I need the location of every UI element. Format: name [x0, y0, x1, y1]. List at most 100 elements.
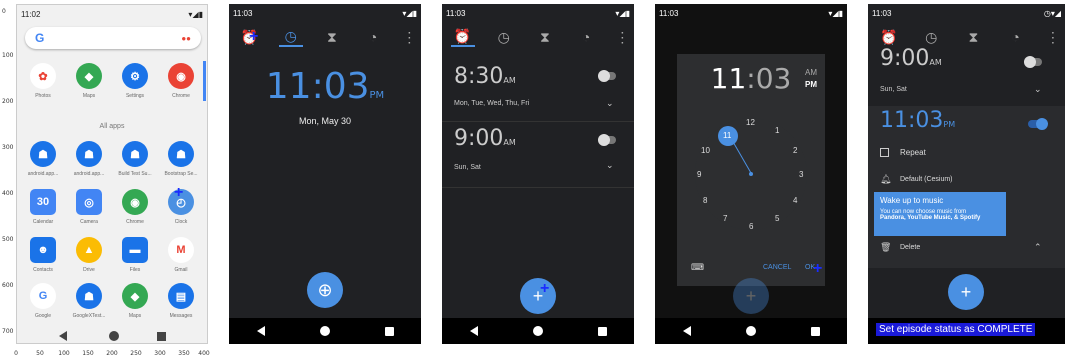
nav-recents-button[interactable] — [157, 332, 166, 341]
app-drive[interactable]: ▲ Drive — [69, 237, 109, 273]
alarm-item[interactable]: 8:30AM Mon, Tue, Wed, Thu, Fri ⌄ — [442, 60, 634, 122]
delete-button[interactable]: Delete — [900, 244, 920, 251]
app-android-1[interactable]: ☗ android.app... — [23, 141, 63, 177]
repeat-label[interactable]: Repeat — [900, 148, 926, 157]
timer-tab-icon[interactable]: ⧗ — [533, 29, 557, 46]
alarm-days: Sun, Sat — [880, 86, 907, 93]
dial-number[interactable]: 6 — [749, 222, 753, 231]
clock-tab-icon[interactable]: ◷ — [919, 29, 943, 46]
chevron-down-icon[interactable]: ⌄ — [606, 98, 614, 109]
app-files[interactable]: ▬ Files — [115, 237, 155, 273]
tooltip-wake-up[interactable]: Wake up to music You can now choose musi… — [874, 192, 1006, 236]
alarm-tab-icon[interactable]: ⏰ — [877, 29, 901, 46]
alarm-toggle[interactable] — [598, 70, 616, 82]
app-google[interactable]: G Google — [23, 283, 63, 319]
clock-tab-icon[interactable]: ◷ — [278, 28, 303, 47]
scrollbar[interactable] — [203, 61, 206, 101]
nav-home-button[interactable] — [745, 326, 756, 336]
add-alarm-button[interactable]: + — [948, 274, 984, 310]
alarm-toggle[interactable] — [1024, 56, 1042, 68]
alarm-time[interactable]: 8:30AM — [454, 64, 516, 89]
am-toggle[interactable]: AM — [805, 68, 817, 77]
tap-marker: + — [249, 28, 259, 45]
clock-dial[interactable]: 12 1 2 3 4 5 6 7 8 9 10 11 — [695, 118, 807, 231]
nav-home-button[interactable] — [109, 331, 119, 341]
app-googlextest[interactable]: ☗ GoogleXTest... — [69, 283, 109, 319]
nav-back-button[interactable] — [469, 326, 478, 336]
nav-home-button[interactable] — [319, 326, 330, 336]
stopwatch-tab-icon[interactable]: ◔ — [574, 29, 598, 45]
more-menu-icon[interactable]: ⋮ — [402, 29, 416, 46]
app-chrome-2[interactable]: ◉ Chrome — [115, 189, 155, 225]
app-messages[interactable]: ▤ Messages — [161, 283, 201, 319]
stopwatch-tab-icon[interactable]: ◔ — [361, 29, 385, 45]
ringtone-label[interactable]: Default (Cesium) — [900, 176, 953, 183]
nav-recents-button[interactable] — [597, 326, 607, 336]
alarm-time[interactable]: 11:03PM — [880, 108, 955, 133]
dial-number[interactable]: 3 — [799, 170, 803, 179]
assistant-icon[interactable]: ●● — [181, 34, 191, 43]
dial-number[interactable]: 10 — [701, 146, 710, 155]
panel-clock: 11:03 ▾◢▮ ⏰ ◷ ⧗ ◔ ⋮ 11:03PM Mon, May 30 ⊕… — [213, 0, 426, 358]
app-chrome[interactable]: ◉ Chrome — [161, 63, 201, 99]
app-android-2[interactable]: ☗ android.app... — [69, 141, 109, 177]
dial-number[interactable]: 11 — [723, 131, 731, 140]
clock-tab-icon[interactable]: ◷ — [492, 29, 516, 46]
world-clock-button[interactable]: ⊕ — [307, 272, 343, 308]
alarm-toggle[interactable] — [598, 134, 616, 146]
keyboard-icon[interactable]: ⌨ — [691, 262, 704, 273]
messages-icon: ▤ — [168, 283, 194, 309]
dial-number[interactable]: 12 — [746, 118, 755, 127]
trash-icon[interactable]: 🗑︎ — [880, 242, 891, 253]
android-icon: ☗ — [122, 141, 148, 167]
more-menu-icon[interactable]: ⋮ — [615, 29, 629, 46]
alarm-time[interactable]: 9:00AM — [454, 126, 516, 151]
app-calendar[interactable]: 30 Calendar — [23, 189, 63, 225]
dial-number[interactable]: 5 — [775, 214, 779, 223]
chevron-down-icon[interactable]: ⌄ — [606, 160, 614, 171]
nav-back-button[interactable] — [682, 326, 691, 336]
nav-recents-button[interactable] — [384, 326, 394, 336]
more-menu-icon[interactable]: ⋮ — [1046, 29, 1060, 46]
alarm-tab-icon[interactable]: ⏰ — [450, 28, 475, 47]
minute-display[interactable]: 03 — [756, 62, 792, 95]
timer-tab-icon[interactable]: ⧗ — [961, 29, 985, 46]
dial-number[interactable]: 7 — [723, 214, 727, 223]
nav-home-button[interactable] — [532, 326, 543, 336]
repeat-checkbox[interactable] — [880, 148, 889, 157]
app-bootstrap[interactable]: ☗ Bootstrap Se... — [161, 141, 201, 177]
calendar-icon: 30 — [30, 189, 56, 215]
pm-toggle[interactable]: PM — [805, 80, 817, 89]
nav-back-button[interactable] — [59, 331, 67, 341]
search-bar[interactable]: G ●● — [25, 27, 201, 49]
nav-recents-button[interactable] — [810, 326, 820, 336]
timer-tab-icon[interactable]: ⧗ — [320, 29, 344, 46]
status-bar: 11:03 ◷▾◢ — [872, 8, 1061, 18]
app-maps[interactable]: ◆ Maps — [69, 63, 109, 99]
dial-number[interactable]: 9 — [697, 170, 701, 179]
alarm-time[interactable]: 9:00AM — [880, 46, 942, 71]
cancel-button[interactable]: CANCEL — [763, 264, 791, 271]
app-contacts[interactable]: ☻ Contacts — [23, 237, 63, 273]
app-settings[interactable]: ⚙ Settings — [115, 63, 155, 99]
nav-back-button[interactable] — [256, 326, 265, 336]
y-tick: 200 — [2, 98, 14, 105]
chevron-down-icon[interactable]: ⌄ — [1034, 84, 1042, 95]
alarm-item[interactable]: 9:00AM Sun, Sat ⌄ — [442, 126, 634, 188]
add-alarm-button[interactable]: + — [520, 278, 556, 314]
chevron-up-icon[interactable]: ⌃ — [1034, 242, 1042, 253]
app-maps-2[interactable]: ◆ Maps — [115, 283, 155, 319]
app-build-test[interactable]: ☗ Build Test Su... — [115, 141, 155, 177]
hour-display[interactable]: 11 — [711, 62, 747, 95]
x-axis: 0 50 100 150 200 250 300 350 400 — [14, 350, 210, 357]
dial-number[interactable]: 1 — [775, 126, 779, 135]
status-bar: 11:03 ▾◢▮ — [229, 4, 421, 22]
dial-number[interactable]: 2 — [793, 146, 797, 155]
app-photos[interactable]: ✿ Photos — [23, 63, 63, 99]
dial-number[interactable]: 4 — [793, 196, 797, 205]
stopwatch-tab-icon[interactable]: ◔ — [1004, 29, 1028, 45]
alarm-toggle[interactable] — [1028, 118, 1048, 130]
app-gmail[interactable]: M Gmail — [161, 237, 201, 273]
dial-number[interactable]: 8 — [703, 196, 707, 205]
app-camera[interactable]: ◎ Camera — [69, 189, 109, 225]
